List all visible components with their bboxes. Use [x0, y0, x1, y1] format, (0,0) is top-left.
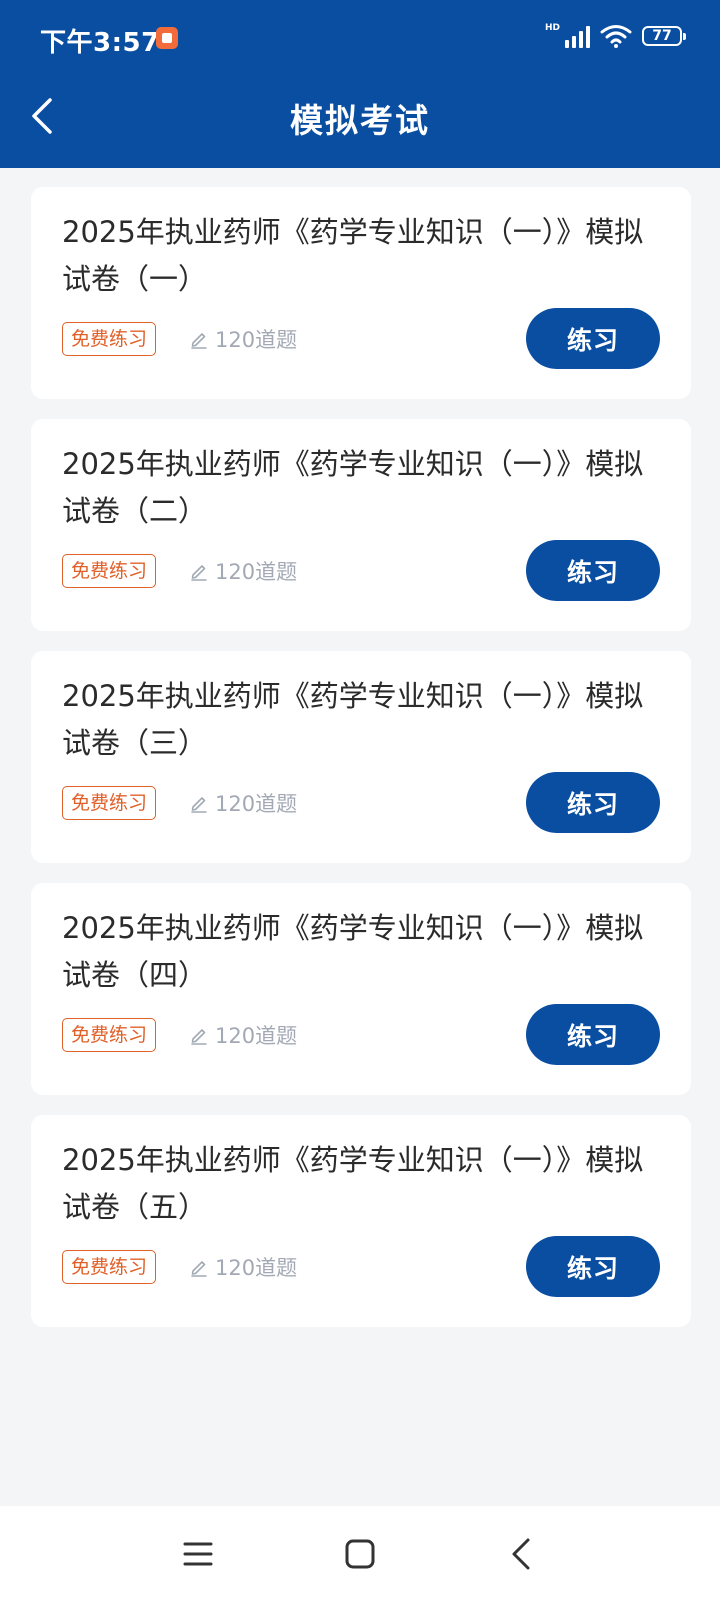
edit-pencil-icon [191, 565, 207, 581]
question-count: 120道题 [189, 1251, 297, 1283]
free-practice-tag: 免费练习 [62, 1018, 157, 1052]
system-navigation-bar [0, 1506, 720, 1600]
network-badge: HD [544, 23, 560, 33]
edit-pencil-icon [191, 1029, 207, 1045]
exam-title: 2025年执业药师《药学专业知识（一）》模拟试卷（一） [62, 215, 644, 296]
question-count-text: 120道题 [215, 792, 298, 816]
question-count: 120道题 [189, 555, 297, 587]
page-title: 模拟考试 [290, 101, 430, 140]
question-count-text: 120道题 [215, 1024, 298, 1048]
practice-button[interactable]: 练习 [526, 308, 660, 369]
question-count: 120道题 [189, 323, 297, 355]
question-count: 120道题 [189, 1019, 297, 1051]
wifi-icon [600, 24, 632, 48]
app-header: 下午3:57 HD 77 模拟考试 [0, 0, 720, 168]
system-back-button[interactable] [500, 1532, 544, 1576]
exam-card[interactable]: 2025年执业药师《药学专业知识（一）》模拟试卷（三） 免费练习 120道题 练… [31, 651, 691, 863]
exam-card[interactable]: 2025年执业药师《药学专业知识（一）》模拟试卷（一） 免费练习 120道题 练… [31, 187, 691, 399]
question-count-text: 120道题 [215, 1256, 298, 1280]
exam-title: 2025年执业药师《药学专业知识（一）》模拟试卷（四） [62, 911, 644, 992]
exam-title: 2025年执业药师《药学专业知识（一）》模拟试卷（五） [62, 1143, 644, 1224]
exam-card[interactable]: 2025年执业药师《药学专业知识（一）》模拟试卷（五） 免费练习 120道题 练… [31, 1115, 691, 1327]
menu-button[interactable] [176, 1532, 220, 1576]
exam-card[interactable]: 2025年执业药师《药学专业知识（一）》模拟试卷（四） 免费练习 120道题 练… [31, 883, 691, 1095]
home-square-icon [345, 1539, 375, 1569]
status-bar: 下午3:57 HD 77 [0, 0, 720, 80]
notification-icon [156, 27, 178, 49]
exam-list: 2025年执业药师《药学专业知识（一）》模拟试卷（一） 免费练习 120道题 练… [31, 187, 691, 1347]
practice-button[interactable]: 练习 [526, 1236, 660, 1297]
edit-pencil-icon [191, 797, 207, 813]
question-count-text: 120道题 [215, 560, 298, 584]
free-practice-tag: 免费练习 [62, 1250, 157, 1284]
exam-title: 2025年执业药师《药学专业知识（一）》模拟试卷（二） [62, 447, 644, 528]
battery-icon: 77 [642, 26, 686, 46]
edit-pencil-icon [191, 333, 207, 349]
free-practice-tag: 免费练习 [62, 322, 157, 356]
question-count: 120道题 [189, 787, 297, 819]
exam-card[interactable]: 2025年执业药师《药学专业知识（一）》模拟试卷（二） 免费练习 120道题 练… [31, 419, 691, 631]
free-practice-tag: 免费练习 [62, 786, 157, 820]
back-triangle-icon [512, 1538, 530, 1570]
menu-icon [183, 1542, 213, 1566]
question-count-text: 120道题 [215, 328, 298, 352]
practice-button[interactable]: 练习 [526, 540, 660, 601]
home-button[interactable] [338, 1532, 382, 1576]
practice-button[interactable]: 练习 [526, 772, 660, 833]
cellular-signal-icon: HD [545, 24, 590, 48]
status-indicators: HD 77 [545, 24, 686, 48]
status-time: 下午3:57 [40, 28, 160, 58]
practice-button[interactable]: 练习 [526, 1004, 660, 1065]
edit-pencil-icon [191, 1261, 207, 1277]
free-practice-tag: 免费练习 [62, 554, 157, 588]
exam-title: 2025年执业药师《药学专业知识（一）》模拟试卷（三） [62, 679, 644, 760]
